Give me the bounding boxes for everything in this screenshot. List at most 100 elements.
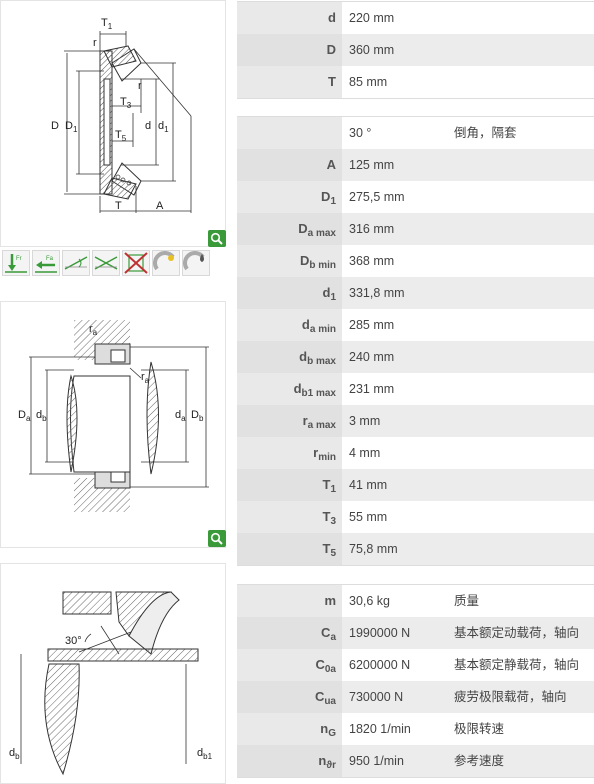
label-d1-outer: D1 — [65, 120, 78, 134]
row-value: 950 1/min — [349, 754, 404, 768]
label-a: A — [156, 200, 164, 212]
row-value: 6200000 N — [349, 658, 411, 672]
svg-text:Fa: Fa — [46, 256, 54, 262]
row-description: 基本额定动载荷，轴向 — [454, 626, 580, 640]
row-value: 368 mm — [349, 254, 395, 268]
row-label: T — [237, 66, 342, 98]
row-value: 331,8 mm — [349, 286, 405, 300]
row-label: Da max — [237, 213, 342, 245]
row-value: 275,5 mm — [349, 190, 405, 204]
radial-load-icon[interactable]: Fr — [2, 250, 30, 276]
row-label: Db min — [237, 245, 342, 277]
label-d-outer: D — [51, 120, 59, 132]
table-row: Db min 368 mm — [237, 245, 594, 277]
label-d1-inner: d1 — [158, 120, 169, 134]
row-label: T5 — [237, 533, 342, 565]
row-description: 极限转速 — [454, 722, 505, 736]
row-label: ra max — [237, 405, 342, 437]
row-label: db1 max — [237, 373, 342, 405]
row-value: 1820 1/min — [349, 722, 411, 736]
row-value: 3 mm — [349, 414, 381, 428]
row-description: 倒角，隔套 — [454, 126, 517, 140]
axial-load-icon[interactable]: Fa — [32, 250, 60, 276]
angular-misalignment-icon[interactable] — [92, 250, 120, 276]
label-t5: T5 — [115, 129, 127, 143]
label-db: db — [9, 747, 20, 761]
table-row: C0a 6200000 N 基本额定静载荷，轴向 — [237, 649, 594, 681]
label-db1: db1 — [197, 747, 213, 761]
label-t1: T1 — [101, 17, 113, 31]
row-label: C0a — [237, 649, 342, 681]
table-row: Da max 316 mm — [237, 213, 594, 245]
row-value: 220 mm — [349, 11, 395, 25]
row-value: 41 mm — [349, 478, 388, 492]
not-separable-icon[interactable] — [122, 250, 150, 276]
table-row: T 85 mm — [237, 66, 594, 98]
label-db-inner: db — [36, 409, 47, 423]
table-row: db1 max 231 mm — [237, 373, 594, 405]
row-label: db max — [237, 341, 342, 373]
row-description: 质量 — [454, 594, 480, 608]
label-t3: T3 — [120, 96, 132, 110]
row-label: da min — [237, 309, 342, 341]
table-row: T3 55 mm — [237, 501, 594, 533]
label-angle: 30° — [65, 635, 82, 647]
svg-text:Fr: Fr — [16, 256, 22, 262]
row-value: 231 mm — [349, 382, 395, 396]
row-label: nG — [237, 713, 342, 745]
table-row: 30 ° 倒角，隔套 — [237, 117, 594, 149]
label-da-inner: da — [175, 409, 186, 423]
table-row: A 125 mm — [237, 149, 594, 181]
row-value: 75,8 mm — [349, 542, 398, 556]
row-value: 1990000 N — [349, 626, 411, 640]
row-label: A — [237, 149, 342, 181]
main-dimensions-table: d 220 mm D 360 mm T 85 mm — [237, 1, 594, 99]
row-value: 125 mm — [349, 158, 395, 172]
row-label: Cua — [237, 681, 342, 713]
row-value: 316 mm — [349, 222, 395, 236]
table-row: d1 331,8 mm — [237, 277, 594, 309]
table-row: d 220 mm — [237, 2, 594, 34]
row-label: D — [237, 34, 342, 66]
label-d-inner: d — [145, 120, 151, 132]
row-value: 30 ° — [349, 126, 372, 140]
table-row: T1 41 mm — [237, 469, 594, 501]
lubrication-icon[interactable] — [152, 250, 180, 276]
zoom-icon[interactable] — [208, 230, 226, 247]
row-value: 55 mm — [349, 510, 388, 524]
mounting-section-svg: ra ra Da db da Db — [18, 320, 209, 512]
table-row: Cua 730000 N 疲劳极限载荷，轴向 — [237, 681, 594, 713]
label-da-outer: Da — [18, 409, 31, 423]
table-row: db max 240 mm — [237, 341, 594, 373]
label-r: r — [93, 37, 97, 49]
row-label: nϑr — [237, 745, 342, 777]
row-description: 疲劳极限载荷，轴向 — [454, 690, 567, 704]
dimensions-table: 30 ° 倒角，隔套 A 125 mm D1 275,5 mm Da max 316 m… — [237, 116, 594, 566]
mounting-dimension-drawing: ra ra Da db da Db — [0, 301, 226, 548]
row-label: D1 — [237, 181, 342, 213]
zoom-icon[interactable] — [208, 530, 226, 547]
property-icons-bar: Fr Fa — [0, 247, 226, 277]
row-value: 360 mm — [349, 43, 395, 57]
bearing-dimension-drawing: T1 r r T3 T5 D D1 d d1 T A — [0, 0, 226, 247]
row-description: 基本额定静载荷，轴向 — [454, 658, 580, 672]
oil-lubrication-icon[interactable] — [182, 250, 210, 276]
table-row: nG 1820 1/min 极限转速 — [237, 713, 594, 745]
row-label — [237, 117, 342, 149]
bearing-section-svg: T1 r r T3 T5 D D1 d d1 T A — [51, 17, 192, 213]
row-description: 参考速度 — [454, 754, 505, 768]
row-value: 285 mm — [349, 318, 395, 332]
row-label: Ca — [237, 617, 342, 649]
table-row: D 360 mm — [237, 34, 594, 66]
row-value: 85 mm — [349, 75, 388, 89]
label-t: T — [115, 200, 122, 212]
row-label: d1 — [237, 277, 342, 309]
row-label: T3 — [237, 501, 342, 533]
row-value: 30,6 kg — [349, 594, 391, 608]
table-row: m 30,6 kg 质量 — [237, 585, 594, 617]
misalignment-icon[interactable] — [62, 250, 90, 276]
row-value: 240 mm — [349, 350, 395, 364]
row-value: 4 mm — [349, 446, 381, 460]
row-label: m — [237, 585, 342, 617]
table-row: D1 275,5 mm — [237, 181, 594, 213]
